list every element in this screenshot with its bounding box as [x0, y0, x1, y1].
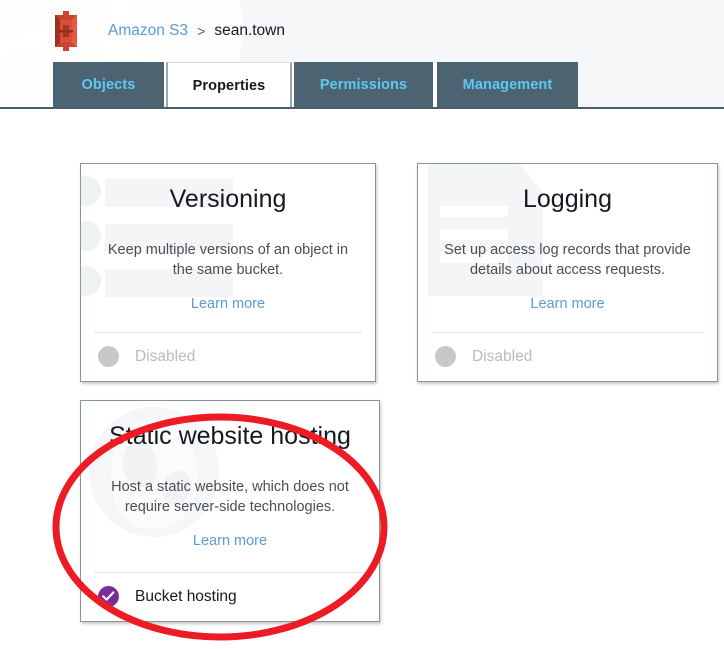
card-title: Static website hosting: [109, 422, 351, 450]
learn-more-link[interactable]: Learn more: [530, 296, 604, 312]
properties-panel: Versioning Keep multiple versions of an …: [0, 109, 724, 649]
breadcrumb-current-bucket: sean.town: [214, 22, 285, 39]
status-dot-icon: [98, 346, 119, 367]
tab-properties[interactable]: Properties: [166, 62, 292, 107]
status-label: Disabled: [472, 347, 533, 365]
card-body: Versioning Keep multiple versions of an …: [81, 164, 375, 313]
card-description: Keep multiple versions of an object in t…: [107, 242, 349, 278]
card-description: Set up access log records that provide d…: [444, 242, 691, 278]
card-status-row: Bucket hosting: [81, 572, 379, 621]
tab-objects[interactable]: Objects: [53, 62, 166, 107]
s3-bucket-icon: [48, 11, 84, 51]
status-label: Disabled: [135, 347, 196, 365]
tab-management[interactable]: Management: [435, 62, 578, 107]
learn-more-link[interactable]: Learn more: [191, 296, 265, 312]
page-header: Amazon S3 > sean.town Objects Properties…: [0, 0, 724, 109]
breadcrumb-separator-icon: >: [197, 23, 206, 39]
tab-bar: Objects Properties Permissions Managemen…: [53, 62, 578, 107]
card-logging[interactable]: Logging Set up access log records that p…: [417, 163, 718, 382]
breadcrumb-row: Amazon S3 > sean.town: [0, 0, 285, 62]
card-title: Logging: [523, 185, 612, 213]
card-static-website-hosting[interactable]: Static website hosting Host a static web…: [80, 400, 380, 622]
card-title: Versioning: [169, 185, 287, 213]
card-versioning[interactable]: Versioning Keep multiple versions of an …: [80, 163, 376, 382]
status-check-icon: [98, 586, 119, 607]
status-label: Bucket hosting: [135, 587, 237, 605]
breadcrumb-link-amazon-s3[interactable]: Amazon S3: [108, 22, 188, 40]
card-status-row: Disabled: [81, 332, 375, 381]
card-body: Static website hosting Host a static web…: [81, 401, 379, 550]
card-status-row: Disabled: [418, 332, 717, 381]
tab-permissions[interactable]: Permissions: [292, 62, 435, 107]
card-body: Logging Set up access log records that p…: [418, 164, 717, 313]
status-dot-icon: [435, 346, 456, 367]
card-description: Host a static website, which does not re…: [111, 479, 349, 515]
breadcrumb: Amazon S3 > sean.town: [108, 22, 285, 40]
learn-more-link[interactable]: Learn more: [193, 533, 267, 549]
